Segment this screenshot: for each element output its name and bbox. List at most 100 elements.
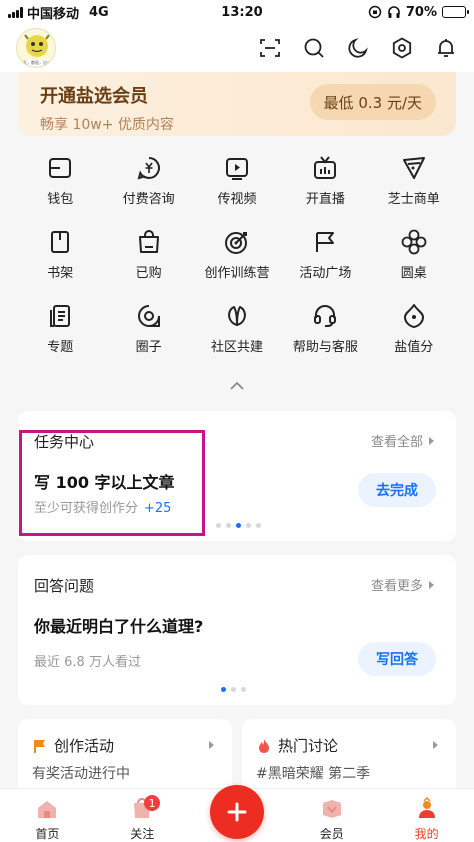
carrier-name: 中国移动 — [27, 6, 80, 22]
question-views: 最近 6.8 万人看过 — [34, 655, 141, 670]
task-reward-value: +25 — [144, 501, 172, 516]
grid-item-help[interactable]: 帮助与客服 — [281, 302, 369, 360]
creation-activity-title: 创作活动 — [54, 737, 115, 755]
upload-video-icon — [225, 158, 248, 180]
mine-icon — [418, 797, 435, 818]
grid-item-label: 圆桌 — [400, 266, 427, 281]
battery-icon — [442, 6, 469, 18]
chevron-right-icon — [209, 741, 214, 749]
grid-item-label: 专题 — [47, 340, 74, 355]
vip-banner[interactable]: 开通盐选会员 畅享 10w+ 优质内容 最低 0.3 元/天 — [18, 72, 456, 136]
status-bar: 中国移动 4G 13:20 70% — [0, 0, 474, 24]
signal-icon — [8, 6, 23, 18]
circle-icon — [137, 305, 160, 327]
grid-item-circle[interactable]: 圈子 — [104, 302, 192, 360]
tab-vip-label: 会员 — [319, 827, 344, 841]
leaf-icon — [228, 306, 246, 326]
hot-discussion-card[interactable]: 热门讨论 #黑暗荣耀 第二季 — [242, 719, 456, 799]
tab-mine[interactable]: 我的 — [379, 789, 474, 842]
grid-item-roundtable[interactable]: 圆桌 — [370, 228, 458, 286]
grid-item-label: 盐值分 — [394, 340, 434, 355]
notification-bell-icon[interactable] — [434, 36, 458, 60]
fire-icon — [259, 738, 269, 753]
scan-icon[interactable] — [258, 36, 282, 60]
tab-home[interactable]: 首页 — [0, 789, 95, 842]
carousel-dot-active — [236, 523, 241, 528]
search-icon[interactable] — [302, 36, 326, 60]
home-icon — [38, 801, 57, 818]
task-center-card: 任务中心 查看全部 写 100 字以上文章 至少可获得创作分 +25 去完成 — [18, 411, 456, 541]
view-more-link[interactable]: 查看更多 — [371, 575, 434, 594]
grid-item-salt-score[interactable]: 盐值分 — [370, 302, 458, 360]
plus-icon — [227, 802, 247, 822]
answer-question-card: 回答问题 查看更多 你最近明白了什么道理? 最近 6.8 万人看过 写回答 — [18, 555, 456, 705]
hot-discussion-subtitle: #黑暗荣耀 第二季 — [256, 766, 371, 782]
grid-item-activity-square[interactable]: 活动广场 — [281, 228, 369, 286]
carousel-dots — [221, 687, 246, 692]
grid-item-label: 帮助与客服 — [292, 340, 358, 355]
carousel-dots — [216, 523, 261, 528]
headphones-icon — [388, 6, 400, 18]
network-type: 4G — [89, 4, 109, 20]
grid-item-label: 活动广场 — [299, 266, 352, 281]
settings-icon[interactable] — [390, 36, 414, 60]
grid-item-community-build[interactable]: 社区共建 — [193, 302, 281, 360]
grid-item-wallet[interactable]: 钱包 — [16, 154, 104, 212]
grid-item-label: 传视频 — [217, 192, 257, 207]
function-grid: 钱包 付费咨询 传视频 开直播 芝士商单 书架 已购 创作训练营 活动广场 圆桌… — [16, 154, 458, 360]
tab-vip[interactable]: 会员 — [284, 789, 379, 842]
tab-follow-label: 关注 — [130, 827, 155, 841]
topic-doc-icon — [50, 305, 71, 327]
purchased-bag-icon — [138, 230, 159, 253]
question-title[interactable]: 你最近明白了什么道理? — [34, 613, 203, 637]
cheese-order-icon — [402, 157, 425, 179]
task-center-title: 任务中心 — [34, 433, 95, 451]
grid-item-purchased[interactable]: 已购 — [104, 228, 192, 286]
vip-price-button[interactable]: 最低 0.3 元/天 — [309, 84, 436, 120]
grid-item-label: 书架 — [47, 266, 74, 281]
roundtable-flower-icon — [401, 229, 427, 255]
grid-item-label: 圈子 — [135, 340, 162, 355]
battery-percent: 70% — [405, 4, 437, 20]
carousel-dot — [216, 523, 221, 528]
grid-item-upload-video[interactable]: 传视频 — [193, 154, 281, 212]
tab-follow[interactable]: 1 关注 — [95, 789, 190, 842]
chevron-right-icon — [433, 741, 438, 749]
carousel-dot — [226, 523, 231, 528]
avatar[interactable]: 每天，都很，出！ — [16, 28, 56, 68]
night-mode-icon[interactable] — [346, 36, 370, 60]
write-answer-button[interactable]: 写回答 — [358, 642, 436, 676]
tab-mine-label: 我的 — [414, 827, 439, 841]
salt-score-icon — [403, 304, 424, 328]
carousel-dot — [256, 523, 261, 528]
grid-item-go-live[interactable]: 开直播 — [281, 154, 369, 212]
answer-card-title: 回答问题 — [34, 577, 95, 595]
grid-item-label: 付费咨询 — [122, 192, 175, 207]
carousel-dot-active — [221, 687, 226, 692]
flag-icon — [316, 232, 335, 252]
grid-item-training-camp[interactable]: 创作训练营 — [193, 228, 281, 286]
tab-home-label: 首页 — [35, 827, 60, 841]
task-reward-text: 至少可获得创作分 — [34, 501, 139, 516]
view-more-label: 查看更多 — [370, 579, 423, 594]
chevron-right-icon — [429, 580, 434, 589]
go-complete-button[interactable]: 去完成 — [358, 473, 436, 507]
view-all-label: 查看全部 — [370, 435, 423, 450]
creation-activity-card[interactable]: 创作活动 有奖活动进行中 — [18, 719, 232, 799]
paid-consult-icon — [137, 157, 160, 180]
rotation-lock-icon — [368, 5, 382, 19]
task-description: 写 100 字以上文章 — [34, 473, 175, 492]
grid-item-bookshelf[interactable]: 书架 — [16, 228, 104, 286]
avatar-caption: 每天，都很，出！ — [19, 60, 51, 65]
grid-item-label: 创作训练营 — [204, 266, 270, 281]
headset-icon — [314, 305, 337, 327]
task-reward: 至少可获得创作分 +25 — [34, 497, 171, 516]
grid-item-cheese-order[interactable]: 芝士商单 — [370, 154, 458, 212]
collapse-chevron-up-icon[interactable] — [228, 380, 246, 392]
view-all-link[interactable]: 查看全部 — [371, 431, 434, 450]
grid-item-paid-consult[interactable]: 付费咨询 — [104, 154, 192, 212]
grid-item-label: 已购 — [135, 266, 162, 281]
create-plus-button[interactable] — [210, 785, 264, 839]
grid-item-topic[interactable]: 专题 — [16, 302, 104, 360]
grid-item-label: 钱包 — [47, 192, 74, 207]
